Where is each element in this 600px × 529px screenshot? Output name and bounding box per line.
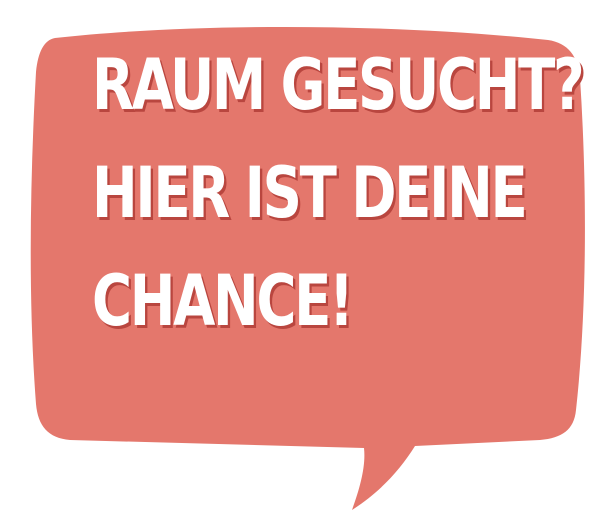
- speech-bubble-graphic: Raum gesucht? Hier ist deine Chance!: [0, 0, 600, 529]
- headline-line-3: Chance!: [92, 260, 354, 342]
- headline-line-2: Hier ist deine: [92, 152, 528, 234]
- headline-line-1: Raum gesucht?: [92, 44, 585, 126]
- headline: Raum gesucht? Hier ist deine Chance!: [92, 44, 585, 374]
